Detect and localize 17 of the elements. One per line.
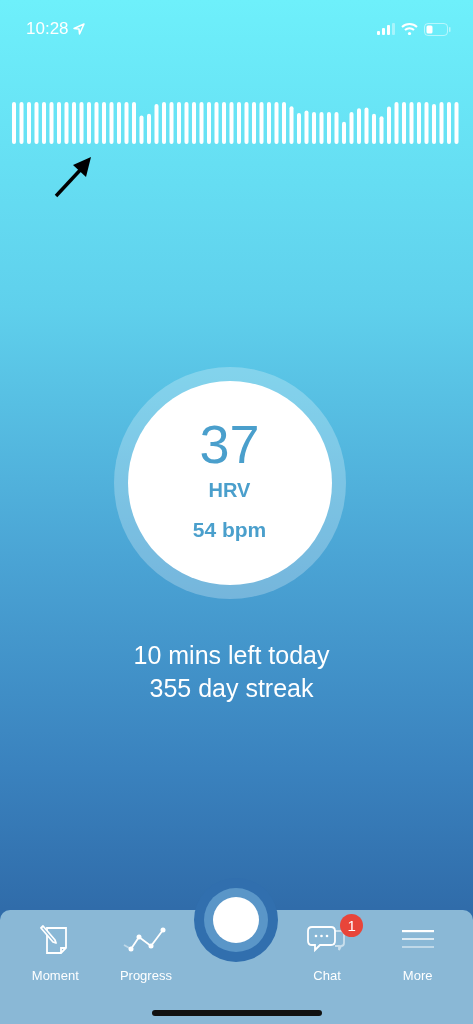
hrv-value: 37: [199, 417, 260, 471]
tab-item[interactable]: Progress: [105, 910, 186, 1024]
clock: 10:28: [26, 19, 69, 39]
tab-item[interactable]: 1 Chat: [287, 910, 368, 1024]
tab-item[interactable]: Moment: [15, 910, 96, 1024]
hrv-label: HRV: [208, 479, 251, 502]
signal-icon: [377, 23, 395, 35]
location-icon: [72, 23, 85, 35]
notification-badge: 1: [340, 914, 364, 937]
heart-rate: 54 bpm: [192, 518, 267, 542]
wifi-icon: [401, 23, 418, 35]
tab-item[interactable]: More: [377, 910, 458, 1024]
menu-icon: [401, 930, 434, 950]
summary-text: 10 mins left today: [133, 640, 330, 671]
battery-icon: [424, 22, 451, 36]
summary-text: 355 day streak: [149, 673, 314, 704]
chat-bubbles-icon: [307, 925, 348, 955]
